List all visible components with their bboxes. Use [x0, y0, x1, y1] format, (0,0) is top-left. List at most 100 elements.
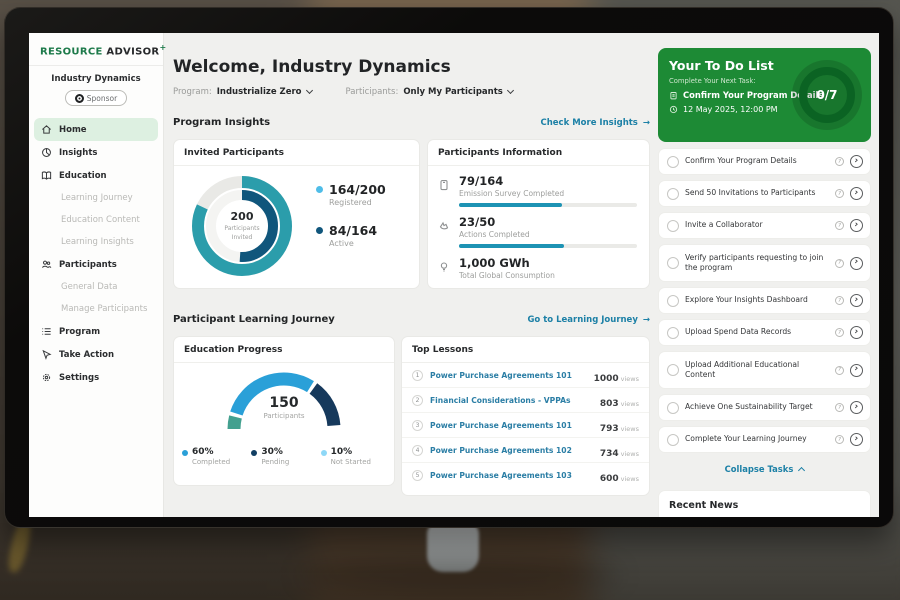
help-icon[interactable]: ? — [835, 189, 844, 198]
rank-badge: 1 — [412, 370, 423, 381]
task-row: Invite a Collaborator ? › — [658, 212, 871, 239]
stat-label: Actions Completed — [459, 230, 637, 239]
sidebar-item-settings[interactable]: Settings — [34, 366, 158, 389]
card-title: Participants Information — [428, 140, 649, 166]
stat-row: 23/50 Actions Completed — [428, 207, 649, 248]
not-started-dot — [321, 450, 327, 456]
participants-invited-label: Participants Invited — [216, 225, 268, 241]
not-started-legend-item: 10% Not Started — [321, 447, 390, 466]
lesson-link[interactable]: Financial Considerations - VPPAs — [430, 396, 593, 405]
rank-badge: 3 — [412, 420, 423, 431]
clock-icon — [669, 105, 678, 114]
help-icon[interactable]: ? — [835, 259, 844, 268]
participants-information-card: Participants Information 79/164 Emission… — [427, 139, 650, 289]
help-icon[interactable]: ? — [835, 296, 844, 305]
page-title: Welcome, Industry Dynamics — [173, 57, 451, 77]
task-chevron-button[interactable]: › — [850, 433, 863, 446]
lesson-link[interactable]: Power Purchase Agreements 103 — [430, 471, 593, 480]
help-icon[interactable]: ? — [835, 403, 844, 412]
lesson-link[interactable]: Power Purchase Agreements 101 — [430, 371, 587, 380]
help-icon[interactable]: ? — [835, 157, 844, 166]
sidebar-item-manage-participants[interactable]: Manage Participants — [34, 298, 158, 320]
lesson-link[interactable]: Power Purchase Agreements 101 — [430, 421, 593, 430]
task-list: Confirm Your Program Details ? › Send 50… — [658, 148, 871, 476]
completed-dot — [182, 450, 188, 456]
stat-row: 1,000 GWh Total Global Consumption — [428, 248, 649, 280]
actions-icon — [438, 215, 451, 248]
gear-icon — [41, 372, 52, 383]
task-chevron-button[interactable]: › — [850, 401, 863, 414]
todo-progress-ring: 0/7 — [792, 60, 862, 130]
sidebar-item-insights[interactable]: Insights — [34, 141, 158, 164]
card-title: Education Progress — [174, 337, 394, 363]
help-icon[interactable]: ? — [835, 435, 844, 444]
task-chevron-button[interactable]: › — [850, 257, 863, 270]
task-checkbox[interactable] — [667, 327, 679, 339]
help-icon[interactable]: ? — [835, 366, 844, 375]
task-checkbox[interactable] — [667, 188, 679, 200]
recent-news-title: Recent News — [659, 491, 870, 517]
sidebar-nav: Home Insights Education Learning Journey… — [29, 114, 163, 393]
lesson-row: 1 Power Purchase Agreements 101 1000view… — [402, 363, 649, 388]
stat-row: 79/164 Emission Survey Completed — [428, 166, 649, 207]
lesson-row: 5 Power Purchase Agreements 103 600views — [402, 463, 649, 488]
program-insights-header: Program Insights Check More Insights→ — [173, 117, 650, 128]
task-chevron-button[interactable]: › — [850, 364, 863, 377]
sidebar-item-program[interactable]: Program — [34, 320, 158, 343]
task-chevron-button[interactable]: › — [850, 219, 863, 232]
sidebar-item-education[interactable]: Education — [34, 164, 158, 187]
lightbulb-icon — [438, 256, 451, 280]
task-checkbox[interactable] — [667, 220, 679, 232]
task-checkbox[interactable] — [667, 295, 679, 307]
section-title: Participant Learning Journey — [173, 314, 335, 325]
sidebar-item-learning-journey[interactable]: Learning Journey — [34, 187, 158, 209]
sidebar-item-home[interactable]: Home — [34, 118, 158, 141]
sidebar-item-learning-insights[interactable]: Learning Insights — [34, 231, 158, 253]
task-row: Explore Your Insights Dashboard ? › — [658, 287, 871, 314]
rank-badge: 2 — [412, 395, 423, 406]
task-row: Achieve One Sustainability Target ? › — [658, 394, 871, 421]
task-checkbox[interactable] — [667, 257, 679, 269]
active-legend-item: 84/164 Active — [316, 223, 386, 248]
task-checkbox[interactable] — [667, 434, 679, 446]
collapse-tasks-link[interactable]: Collapse Tasks — [658, 458, 871, 476]
help-icon[interactable]: ? — [835, 328, 844, 337]
gauge-legend: 60% Completed 30% Pending 10% Not Starte… — [182, 447, 390, 466]
progress-bar — [459, 244, 637, 248]
sidebar-item-take-action[interactable]: Take Action — [34, 343, 158, 366]
education-progress-card: Education Progress 150 Participants 60% … — [173, 336, 395, 486]
lesson-row: 4 Power Purchase Agreements 102 734views — [402, 438, 649, 463]
lesson-row: 2 Financial Considerations - VPPAs 803vi… — [402, 388, 649, 413]
sidebar-item-education-content[interactable]: Education Content — [34, 209, 158, 231]
monitor-bezel: RESOURCE ADVISOR+ Industry Dynamics Spon… — [4, 7, 894, 528]
section-title: Program Insights — [173, 117, 270, 128]
task-row: Verify participants requesting to join t… — [658, 244, 871, 282]
card-title: Top Lessons — [402, 337, 649, 363]
rank-badge: 4 — [412, 445, 423, 456]
stat-value: 1,000 GWh — [459, 256, 637, 270]
active-dot — [316, 227, 323, 234]
survey-icon — [438, 174, 451, 207]
stat-label: Emission Survey Completed — [459, 189, 637, 198]
task-chevron-button[interactable]: › — [850, 294, 863, 307]
task-checkbox[interactable] — [667, 364, 679, 376]
task-chevron-button[interactable]: › — [850, 155, 863, 168]
task-chevron-button[interactable]: › — [850, 187, 863, 200]
chevron-down-icon — [305, 87, 312, 94]
sponsor-icon — [75, 94, 84, 103]
stat-value: 79/164 — [459, 174, 637, 188]
sidebar-item-participants[interactable]: Participants — [34, 253, 158, 276]
task-chevron-button[interactable]: › — [850, 326, 863, 339]
participants-dropdown[interactable]: Participants: Only My Participants — [346, 87, 513, 97]
go-to-learning-journey-link[interactable]: Go to Learning Journey→ — [527, 315, 650, 325]
program-dropdown[interactable]: Program: Industrialize Zero — [173, 87, 312, 97]
sidebar-item-general-data[interactable]: General Data — [34, 276, 158, 298]
task-checkbox[interactable] — [667, 402, 679, 414]
rank-badge: 5 — [412, 470, 423, 481]
top-lessons-card: Top Lessons 1 Power Purchase Agreements … — [401, 336, 650, 496]
task-checkbox[interactable] — [667, 156, 679, 168]
todo-summary-card: Your To Do List Complete Your Next Task:… — [658, 48, 871, 142]
help-icon[interactable]: ? — [835, 221, 844, 230]
lesson-link[interactable]: Power Purchase Agreements 102 — [430, 446, 593, 455]
check-more-insights-link[interactable]: Check More Insights→ — [541, 118, 651, 128]
